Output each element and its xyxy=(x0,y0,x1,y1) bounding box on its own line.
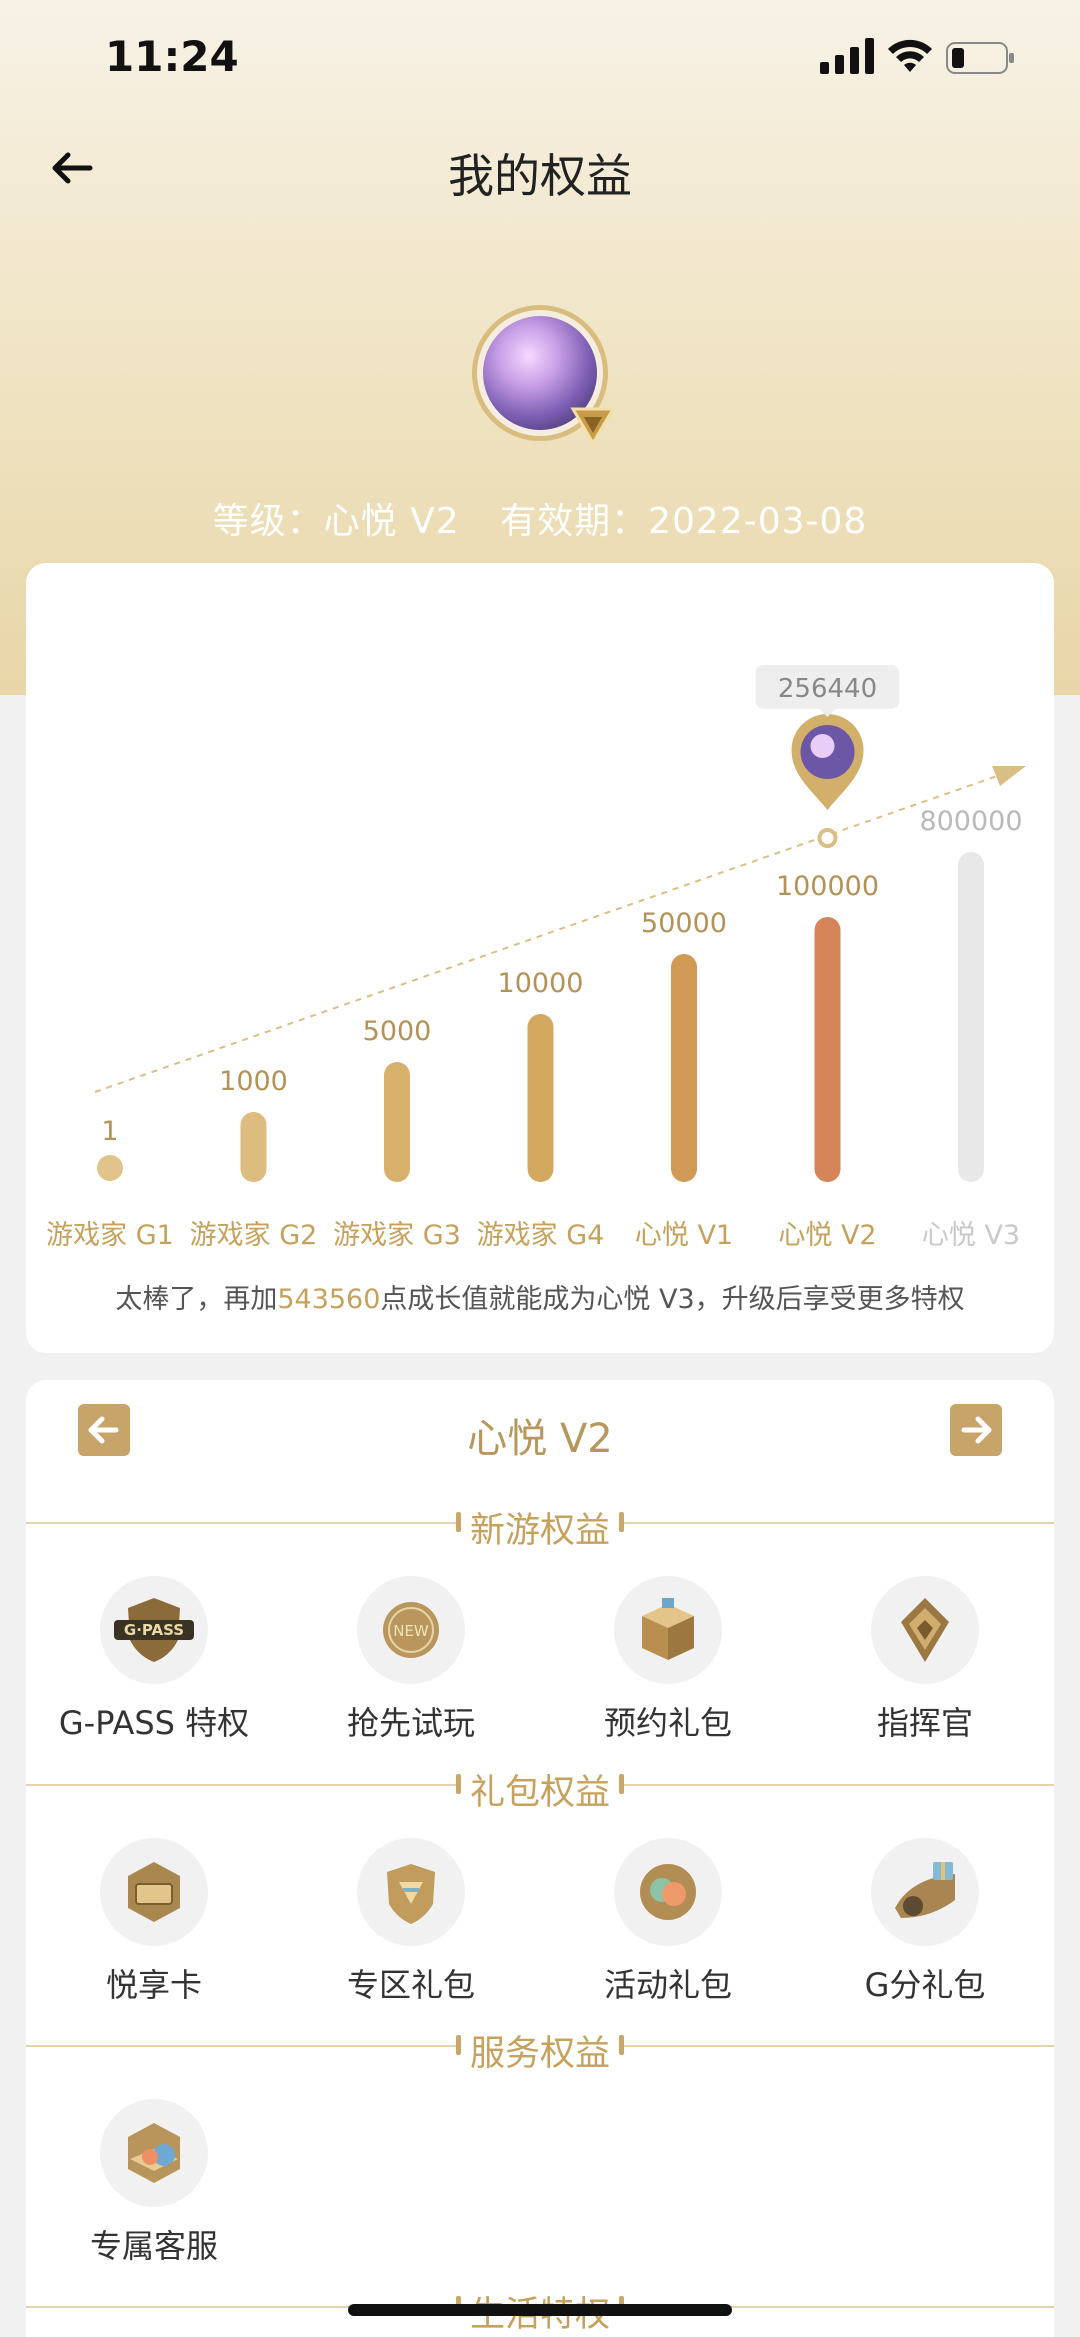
benefit-label: G分礼包 xyxy=(864,1966,986,2004)
chart-value-label: 800000 xyxy=(919,806,1022,837)
tip-prefix: 太棒了，再加 xyxy=(115,1284,278,1315)
benefit-event-gift[interactable]: 活动礼包 xyxy=(568,1838,768,2006)
section-title-gift-packs: 礼包权益 xyxy=(26,1764,1054,1815)
benefit-label: G-PASS 特权 xyxy=(58,1704,250,1742)
event-gift-icon xyxy=(614,1838,722,1946)
chart-category-label: 游戏家 G2 xyxy=(190,1220,318,1251)
commander-icon xyxy=(871,1576,979,1684)
chart-category-label: 游戏家 G1 xyxy=(46,1220,174,1251)
benefit-yue-card[interactable]: 悦享卡 xyxy=(54,1838,254,2006)
benefit-zone-gift[interactable]: 专区礼包 xyxy=(311,1838,511,2006)
benefit-label: 悦享卡 xyxy=(105,1966,202,2004)
section-title-new-games: 新游权益 xyxy=(26,1502,1054,1553)
tip-points: 543560 xyxy=(277,1284,381,1315)
chart-category-label: 游戏家 G4 xyxy=(477,1220,605,1251)
chart-bar xyxy=(814,917,841,1182)
benefit-label: 指挥官 xyxy=(876,1704,973,1742)
chart-value-label: 5000 xyxy=(363,1016,432,1047)
next-level-arrow-icon[interactable] xyxy=(950,1404,1002,1456)
chart-category-label: 心悦 V3 xyxy=(922,1220,1020,1251)
chart-value-label: 100000 xyxy=(776,871,879,902)
g-points-gift-icon xyxy=(871,1838,979,1946)
chart-value-label: 1000 xyxy=(219,1066,288,1097)
benefit-gpass[interactable]: G·PASS G-PASS 特权 xyxy=(54,1576,254,1744)
section-title-text: 新游权益 xyxy=(455,1502,625,1553)
chart-value-label: 1 xyxy=(101,1116,118,1147)
zone-gift-icon xyxy=(357,1838,465,1946)
chart-category-label: 游戏家 G3 xyxy=(333,1220,461,1251)
card-icon xyxy=(100,1838,208,1946)
chart-value-label: 50000 xyxy=(641,908,727,939)
benefit-reservation-gift[interactable]: 预约礼包 xyxy=(568,1576,768,1744)
upgrade-progress-tip: 太棒了，再加543560点成长值就能成为心悦 V3，升级后享受更多特权 xyxy=(0,1277,1080,1316)
benefit-early-trial[interactable]: NEW 抢先试玩 xyxy=(311,1576,511,1744)
benefit-label: 活动礼包 xyxy=(603,1966,732,2004)
current-position-avatar-highlight xyxy=(810,734,835,758)
section-title-services: 服务权益 xyxy=(26,2025,1054,2076)
chart-bar xyxy=(527,1014,554,1182)
benefit-g-points-gift[interactable]: G分礼包 xyxy=(825,1838,1025,2006)
section-title-text: 礼包权益 xyxy=(455,1764,625,1815)
benefits-level-name: 心悦 V2 xyxy=(467,1416,613,1462)
benefit-label: 专区礼包 xyxy=(346,1966,475,2004)
chart-value-label: 10000 xyxy=(498,968,584,999)
chart-bar xyxy=(384,1062,410,1182)
chart-category-label: 心悦 V2 xyxy=(778,1220,876,1251)
benefit-commander[interactable]: 指挥官 xyxy=(825,1576,1025,1744)
chart-category-label: 心悦 V1 xyxy=(635,1220,733,1251)
customer-service-icon xyxy=(100,2099,208,2207)
svg-text:NEW: NEW xyxy=(393,1622,429,1640)
new-badge-icon: NEW xyxy=(357,1576,465,1684)
chart-bar xyxy=(671,954,697,1182)
chart-bar-dot xyxy=(97,1155,123,1181)
current-value-label: 256440 xyxy=(778,674,877,704)
gift-box-icon xyxy=(614,1576,722,1684)
tip-suffix: 点成长值就能成为心悦 V3，升级后享受更多特权 xyxy=(380,1284,965,1315)
chart-bar xyxy=(240,1112,267,1182)
home-indicator xyxy=(348,2304,732,2316)
chart-bar xyxy=(958,852,984,1182)
section-title-text: 服务权益 xyxy=(455,2025,625,2076)
svg-text:G·PASS: G·PASS xyxy=(124,1621,184,1639)
growth-chart: 1 游戏家 G1 1000 游戏家 G2 5000 游戏家 G3 10000 游戏家 G4 50… xyxy=(46,665,1026,1251)
gpass-icon: G·PASS xyxy=(100,1576,208,1684)
trend-line xyxy=(94,767,1021,1093)
benefit-label: 预约礼包 xyxy=(603,1704,732,1742)
current-position-dot xyxy=(817,828,838,848)
benefit-label: 专属客服 xyxy=(89,2227,218,2265)
benefit-label: 抢先试玩 xyxy=(346,1704,475,1742)
trend-arrow-head xyxy=(992,766,1026,786)
benefit-exclusive-service[interactable]: 专属客服 xyxy=(54,2099,254,2267)
